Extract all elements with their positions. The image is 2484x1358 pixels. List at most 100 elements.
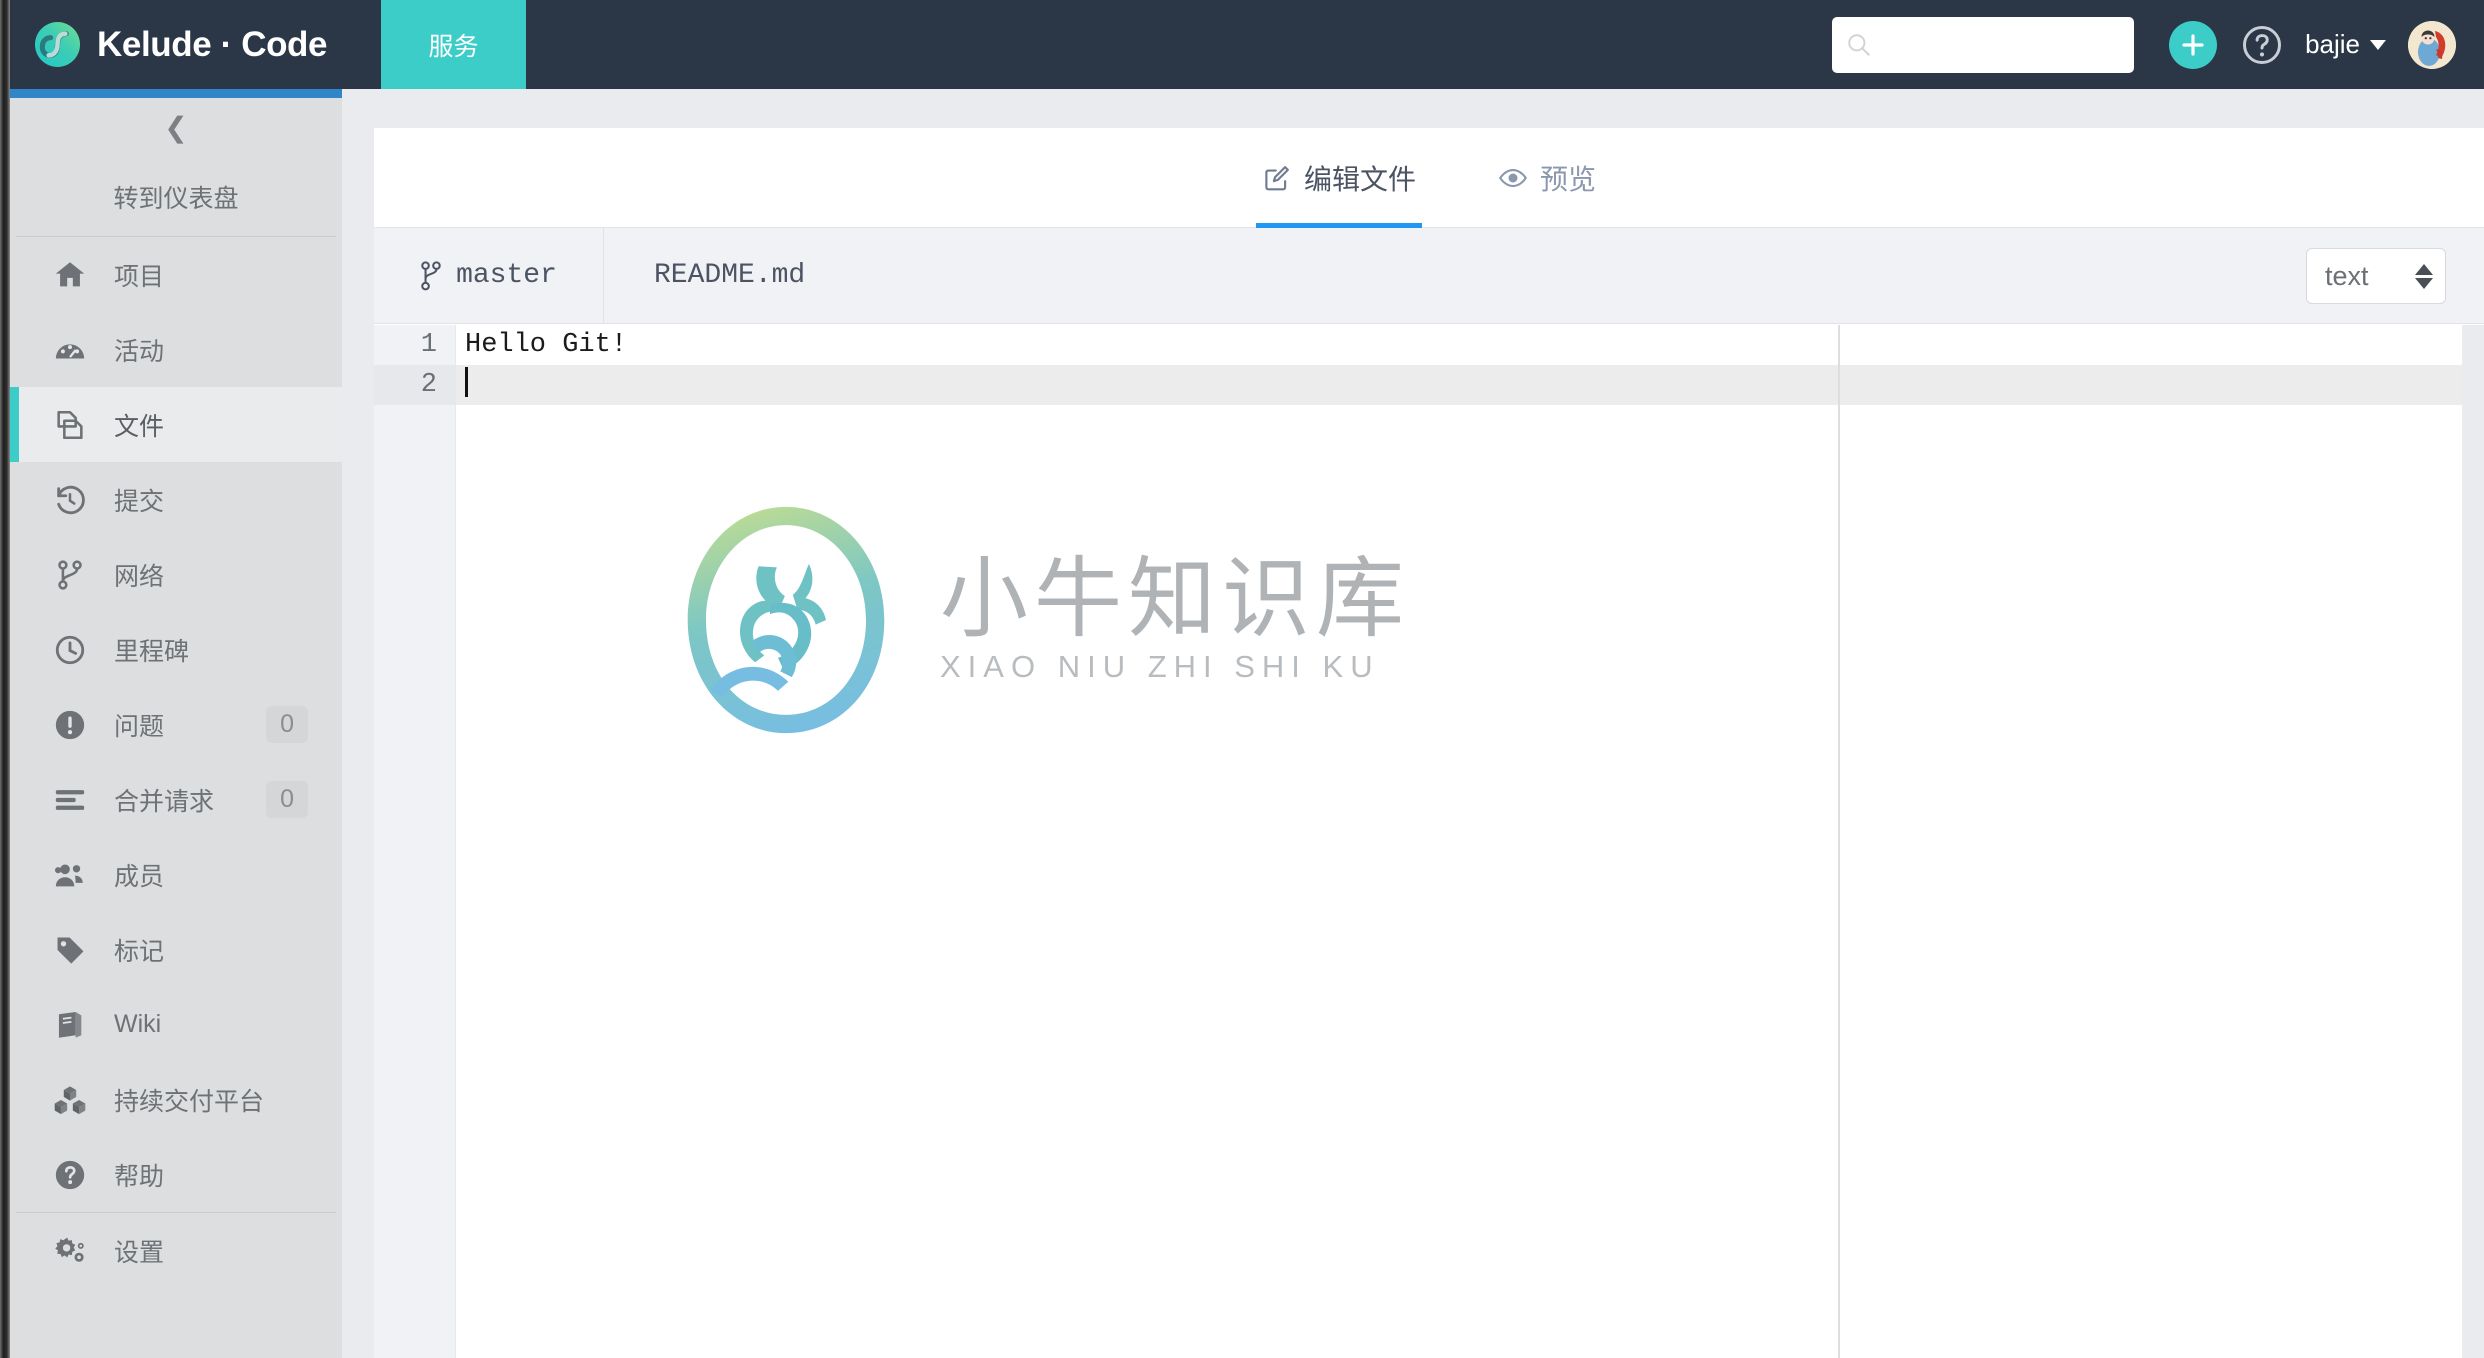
column-ruler	[1838, 325, 1840, 1358]
branch-icon	[421, 260, 441, 290]
tab-preview-label: 预览	[1540, 163, 1597, 195]
sidebar-item-4[interactable]: 提交	[10, 462, 342, 537]
sidebar-item-6[interactable]: 里程碑	[10, 612, 342, 687]
format-select-value: text	[2325, 260, 2369, 291]
history-icon	[52, 482, 88, 518]
editor-right-padding	[2462, 325, 2484, 1358]
help-button[interactable]	[2241, 24, 2283, 66]
sidebar-item-7[interactable]: 问题 0	[10, 687, 342, 762]
sidebar-item-label: 项目	[114, 262, 165, 291]
xiaoniu-deer-logo-icon	[687, 506, 885, 734]
sidebar-dashboard-link[interactable]: 转到仪表盘	[10, 158, 342, 236]
sidebar-item-13[interactable]: 帮助	[10, 1137, 342, 1212]
tab-preview[interactable]: 预览	[1492, 128, 1602, 228]
format-select[interactable]: text	[2306, 248, 2446, 304]
code-editor[interactable]: 12 Hello Git! 小牛知识库 XIAO NIU ZHI SHI KU	[374, 325, 2484, 1358]
sidebar-item-1[interactable]: 项目	[10, 237, 342, 312]
spinner-arrows-icon	[2415, 263, 2433, 289]
merge-list-icon	[52, 782, 88, 818]
sidebar-item-label: 问题	[114, 712, 165, 741]
main-content: 编辑文件 预览 master README.md text 1 2 Hello …	[342, 89, 2484, 1358]
code-line-text: Hello Git!	[465, 330, 628, 360]
line-number: 2	[420, 370, 437, 400]
sidebar-item-12[interactable]: 持续交付平台	[10, 1062, 342, 1137]
nav-service-tab[interactable]: 服务	[381, 0, 526, 89]
sidebar-item-count: 0	[266, 706, 308, 743]
user-name[interactable]: bajie	[2305, 29, 2360, 60]
sidebar-nav-list: 项目活动文件提交网络里程碑问题 0 合并请求 0 成员标记 Wiki 持续交付平台 帮助设置	[10, 237, 342, 1288]
sidebar-item-8[interactable]: 合并请求 0	[10, 762, 342, 837]
sidebar-item-label: Wiki	[114, 1010, 162, 1038]
exclamation-icon	[52, 707, 88, 743]
code-line[interactable]	[456, 365, 2484, 405]
book-icon	[52, 1007, 88, 1043]
sidebar-item-count: 0	[266, 781, 308, 818]
new-button[interactable]	[2169, 20, 2218, 69]
editor-tabs: 编辑文件 预览	[374, 128, 2484, 228]
sidebar-item-label: 合并请求	[114, 787, 215, 816]
dashboard-icon	[52, 332, 88, 368]
users-icon	[52, 857, 88, 893]
chevron-left-icon: ❮	[164, 112, 188, 143]
sidebar-item-label: 持续交付平台	[114, 1087, 265, 1116]
code-area[interactable]: Hello Git! 小牛知识库 XIAO NIU ZHI SHI KU	[456, 325, 2484, 1358]
sidebar-item-11[interactable]: Wiki	[10, 987, 342, 1062]
sidebar-collapse-button[interactable]: ❮	[10, 98, 342, 158]
header-right-group: bajie	[1832, 0, 2484, 89]
global-search[interactable]	[1832, 16, 2135, 73]
sidebar-item-10[interactable]: 标记	[10, 912, 342, 987]
top-header: Kelude · Code 服务 bajie	[0, 0, 2484, 89]
code-line[interactable]: Hello Git!	[456, 325, 2484, 365]
brand-title: Kelude · Code	[97, 24, 328, 64]
eye-icon	[1499, 168, 1527, 187]
sidebar-item-2[interactable]: 活动	[10, 312, 342, 387]
files-icon	[52, 407, 88, 443]
tab-edit-file-label: 编辑文件	[1303, 163, 1416, 195]
sidebar: ❮ 转到仪表盘 项目活动文件提交网络里程碑问题 0 合并请求 0 成员标记 Wiki 持续交…	[10, 89, 342, 1358]
file-name: README.md	[654, 260, 806, 291]
sidebar-accent-bar	[10, 89, 342, 98]
sidebar-item-3[interactable]: 文件	[10, 387, 342, 462]
gears-icon	[52, 1233, 88, 1269]
code-lines[interactable]: Hello Git!	[456, 325, 2484, 405]
question-circle-icon	[52, 1157, 88, 1193]
header-spacer	[526, 0, 1832, 89]
sidebar-item-label: 提交	[114, 487, 165, 516]
branch-selector[interactable]: master	[374, 227, 604, 324]
sidebar-item-9[interactable]: 成员	[10, 837, 342, 912]
editor-card: 编辑文件 预览 master README.md text 1 2 Hello …	[374, 128, 2484, 1358]
sidebar-item-label: 标记	[114, 937, 165, 966]
tag-icon	[52, 932, 88, 968]
gutter-numbers: 12	[374, 325, 455, 405]
line-number: 1	[420, 330, 437, 360]
sidebar-item-5[interactable]: 网络	[10, 537, 342, 612]
watermark-en: XIAO NIU ZHI SHI KU	[940, 649, 1380, 684]
search-input[interactable]	[1880, 33, 2121, 56]
branch-name: master	[456, 260, 557, 291]
sidebar-item-label: 设置	[114, 1238, 165, 1267]
kelude-loop-logo-icon	[34, 21, 81, 68]
sidebar-item-label: 里程碑	[114, 637, 190, 666]
sidebar-item-label: 活动	[114, 337, 165, 366]
avatar[interactable]	[2408, 20, 2456, 69]
file-bar: master README.md text	[374, 227, 2484, 324]
brand[interactable]: Kelude · Code	[0, 0, 381, 89]
app-root: Kelude · Code 服务 bajie ❮ 转到仪表盘 项目 活动 文件 …	[0, 0, 2484, 1358]
sidebar-item-label: 帮助	[114, 1162, 165, 1191]
window-left-edge	[0, 0, 10, 1358]
edit-pencil-icon	[1265, 165, 1289, 190]
nav-service-label: 服务	[428, 32, 479, 61]
sidebar-item-14[interactable]: 设置	[10, 1213, 342, 1288]
clock-icon	[52, 632, 88, 668]
watermark-logo: 小牛知识库 XIAO NIU ZHI SHI KU	[666, 500, 1410, 740]
plus-icon	[2182, 33, 2204, 56]
sidebar-item-label: 文件	[114, 412, 165, 441]
tab-edit-file[interactable]: 编辑文件	[1255, 128, 1423, 228]
watermark-text: 小牛知识库 XIAO NIU ZHI SHI KU	[940, 555, 1410, 685]
text-caret	[465, 367, 468, 397]
sidebar-item-label: 网络	[114, 562, 165, 591]
home-icon	[52, 257, 88, 293]
caret-down-icon[interactable]	[2370, 39, 2386, 50]
line-number-gutter: 12	[374, 325, 456, 1358]
branch-icon	[52, 557, 88, 593]
